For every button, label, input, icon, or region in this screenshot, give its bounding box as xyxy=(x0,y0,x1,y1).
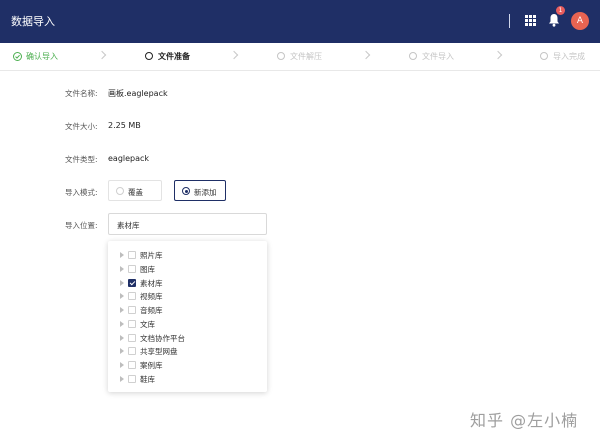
file-size-label: 文件大小: xyxy=(65,122,98,131)
chevron-right-icon xyxy=(361,50,371,60)
tree-item[interactable]: 文档协作平台 xyxy=(108,332,267,345)
mode-option-label: 覆盖 xyxy=(128,188,143,197)
checkbox[interactable] xyxy=(128,306,136,314)
step-dot-icon xyxy=(409,52,417,60)
bell-icon[interactable] xyxy=(548,13,560,27)
location-tree-dropdown: 照片库 图库 素材库 视频库 音频库 文库 文档协作平台 共享型网盘 案例库 鞋… xyxy=(108,241,267,392)
header-divider xyxy=(509,14,510,28)
expand-arrow-icon[interactable] xyxy=(120,362,124,368)
file-name-value: 画板.eaglepack xyxy=(108,89,168,98)
tree-item-label: 鞋库 xyxy=(140,375,155,384)
check-circle-icon xyxy=(13,52,22,61)
file-type-label: 文件类型: xyxy=(65,155,98,164)
chevron-right-icon xyxy=(493,50,503,60)
step-label: 导入完成 xyxy=(553,52,585,61)
step-label: 确认导入 xyxy=(26,52,58,61)
notification-badge: 1 xyxy=(556,6,565,15)
mode-new-add-radio[interactable]: 新添加 xyxy=(174,180,226,201)
file-type-value: eaglepack xyxy=(108,154,150,163)
tree-item-label: 文库 xyxy=(140,320,155,329)
app-title: 数据导入 xyxy=(11,15,55,28)
expand-arrow-icon[interactable] xyxy=(120,266,124,272)
chevron-right-icon xyxy=(97,50,107,60)
tree-item[interactable]: 共享型网盘 xyxy=(108,345,267,358)
expand-arrow-icon[interactable] xyxy=(120,280,124,286)
tree-item[interactable]: 素材库 xyxy=(108,277,267,290)
expand-arrow-icon[interactable] xyxy=(120,252,124,258)
mode-overwrite-radio[interactable]: 覆盖 xyxy=(108,180,162,201)
tree-item[interactable]: 案例库 xyxy=(108,359,267,372)
step-dot-icon xyxy=(277,52,285,60)
checkbox[interactable] xyxy=(128,347,136,355)
tree-item-label: 视频库 xyxy=(140,292,163,301)
app-header: 数据导入 1 A xyxy=(0,0,600,43)
file-size-value: 2.25 MB xyxy=(108,121,141,130)
expand-arrow-icon[interactable] xyxy=(120,293,124,299)
import-mode-label: 导入模式: xyxy=(65,188,98,197)
expand-arrow-icon[interactable] xyxy=(120,348,124,354)
expand-arrow-icon[interactable] xyxy=(120,335,124,341)
expand-arrow-icon[interactable] xyxy=(120,321,124,327)
checkbox[interactable] xyxy=(128,292,136,300)
checkbox[interactable] xyxy=(128,265,136,273)
import-location-label: 导入位置: xyxy=(65,221,98,230)
import-location-select[interactable]: 素材库 xyxy=(108,213,267,235)
tree-item-label: 案例库 xyxy=(140,361,163,370)
expand-arrow-icon[interactable] xyxy=(120,376,124,382)
chevron-right-icon xyxy=(229,50,239,60)
tree-item[interactable]: 照片库 xyxy=(108,249,267,262)
expand-arrow-icon[interactable] xyxy=(120,307,124,313)
radio-icon xyxy=(116,187,124,195)
tree-item[interactable]: 文库 xyxy=(108,318,267,331)
tree-item-label: 共享型网盘 xyxy=(140,347,178,356)
tree-item[interactable]: 音频库 xyxy=(108,304,267,317)
step-label: 文件解压 xyxy=(290,52,322,61)
radio-selected-icon xyxy=(182,187,190,195)
step-dot-icon xyxy=(145,52,153,60)
checkbox[interactable] xyxy=(128,361,136,369)
tree-item-label: 图库 xyxy=(140,265,155,274)
avatar[interactable]: A xyxy=(571,12,589,30)
tree-item-label: 素材库 xyxy=(140,279,163,288)
step-label: 文件准备 xyxy=(158,52,190,61)
file-name-label: 文件名称: xyxy=(65,89,98,98)
tree-item[interactable]: 鞋库 xyxy=(108,373,267,386)
tree-item[interactable]: 视频库 xyxy=(108,290,267,303)
tree-item-label: 文档协作平台 xyxy=(140,334,185,343)
checkbox[interactable] xyxy=(128,334,136,342)
tree-item[interactable]: 图库 xyxy=(108,263,267,276)
checkbox[interactable] xyxy=(128,251,136,259)
tree-item-label: 音频库 xyxy=(140,306,163,315)
mode-option-label: 新添加 xyxy=(194,188,217,197)
location-select-value: 素材库 xyxy=(117,221,140,230)
checkbox[interactable] xyxy=(128,375,136,383)
checkbox[interactable] xyxy=(128,320,136,328)
tree-item-label: 照片库 xyxy=(140,251,163,260)
apps-grid-icon[interactable] xyxy=(525,15,536,26)
import-steps: 确认导入 文件准备 文件解压 文件导入 导入完成 xyxy=(0,43,600,71)
step-dot-icon xyxy=(540,52,548,60)
step-label: 文件导入 xyxy=(422,52,454,61)
checkbox-checked[interactable] xyxy=(128,279,136,287)
watermark: 知乎 @左小楠 xyxy=(470,411,579,430)
